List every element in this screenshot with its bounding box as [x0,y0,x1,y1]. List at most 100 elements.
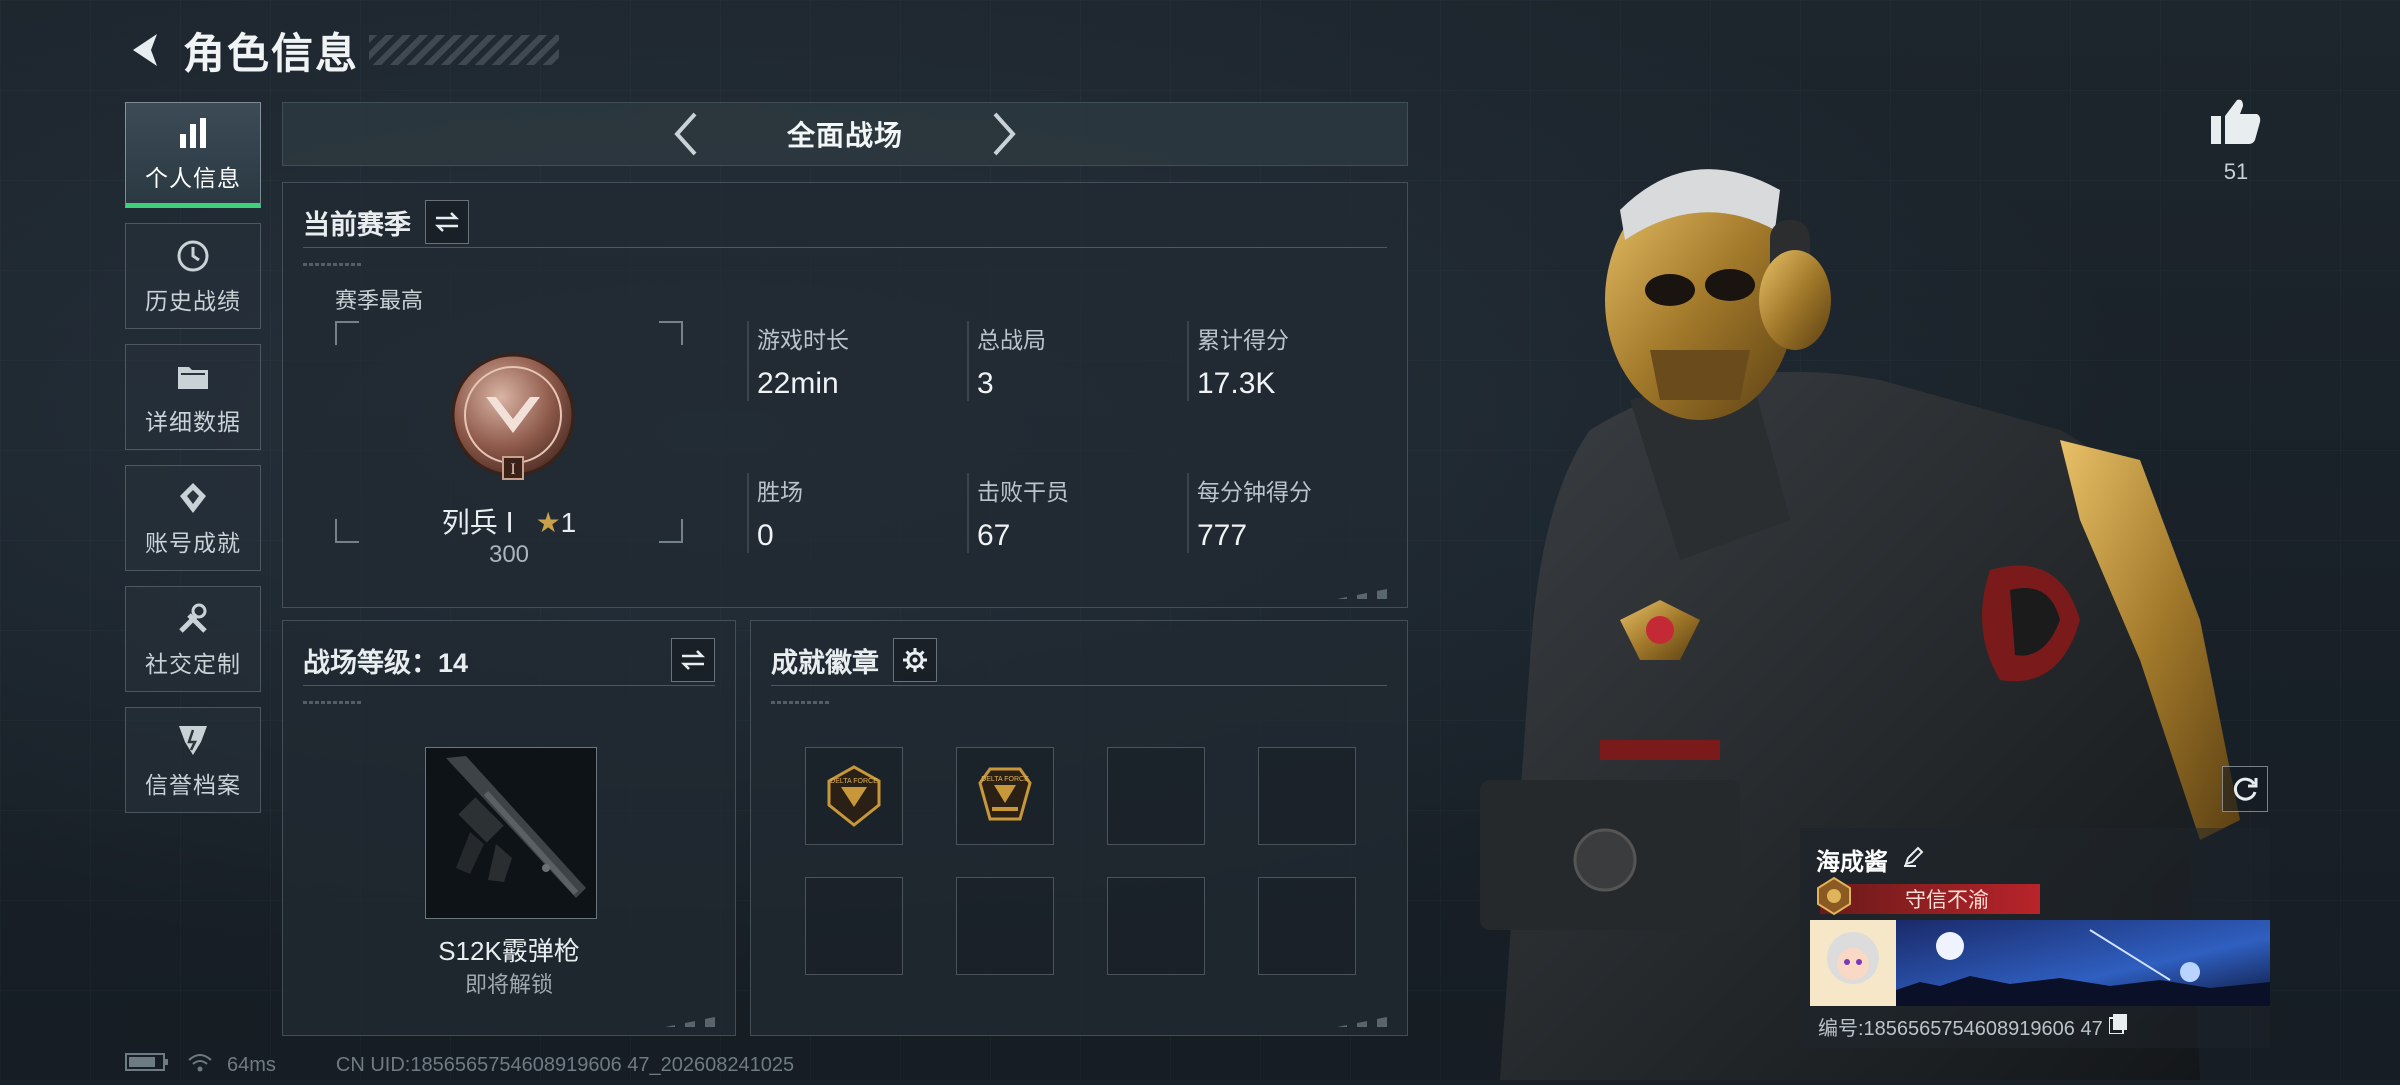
badge-slot-empty[interactable] [956,877,1054,975]
ping-value: 64ms [227,1053,276,1076]
rank-numeral: I [510,461,515,478]
mode-next-button[interactable] [985,109,1025,159]
sidebar-item-detail-data[interactable]: 详细数据 [125,344,261,450]
player-name-text: 海成酱 [1816,849,1888,876]
season-switch-button[interactable] [425,200,469,244]
folder-icon [173,357,213,397]
weapon-preview[interactable] [425,747,597,919]
badge-text: DELTA FORCE [830,778,878,785]
weapon-name: S12K霰弹枪 [438,936,580,966]
player-title: 守信不渝 [1905,889,1989,912]
title-stripes [369,35,560,65]
mode-title: 全面战场 [786,120,903,151]
badge-slot-empty[interactable] [1107,877,1205,975]
rank-points: 300 [488,541,530,568]
sidebar-item-label: 账号成就 [145,530,241,556]
edit-icon[interactable] [1902,844,1926,875]
stat-label: 游戏时长 [757,327,849,353]
stat-kills: 击败干员 67 [967,473,1187,553]
sidebar: 个人信息 历史战绩 详细数据 账号成就 社交定制 信誉档案 [125,102,263,828]
delta-force-badge-icon: DELTA FORCE [978,767,1032,821]
season-title: 当前赛季 [303,209,411,240]
like-widget[interactable]: 51 [2196,96,2276,185]
player-name: 海成酱 [1816,842,1926,877]
sidebar-item-reputation[interactable]: 信誉档案 [125,707,261,813]
weapon-status: 即将解锁 [464,972,553,997]
player-title-badge: 守信不渝 [1817,876,2040,916]
battlefield-panel-header: 战场等级：14 [303,635,715,686]
shotgun-icon [446,756,586,898]
name-card-banner[interactable] [1810,920,2270,1006]
title-emblem-icon [1817,876,1851,916]
badge-text: DELTA FORCE [981,776,1029,783]
stat-play-time: 游戏时长 22min [747,321,967,401]
rank-name: 列兵 Ⅰ ★1 [335,501,683,541]
copy-icon[interactable] [2107,1013,2127,1040]
history-icon [173,236,213,276]
rank-name-text: 列兵 Ⅰ [441,507,514,538]
season-panel-header: 当前赛季 [303,197,1387,248]
status-bar: 64ms CN UID:1856565754608919606 47_20260… [125,1052,794,1078]
battlefield-level-title: 战场等级：14 [303,647,469,678]
bar-chart-icon [173,113,213,153]
stat-label: 总战局 [977,327,1046,353]
swap-icon [680,650,706,670]
badge-slot-empty[interactable] [1258,877,1356,975]
stat-label: 击败干员 [977,479,1069,505]
rank-medal-icon: I [448,353,578,483]
mode-prev-button[interactable] [665,109,705,159]
sidebar-item-achievements[interactable]: 账号成就 [125,465,261,571]
cn-uid: CN UID:1856565754608919606 47_2026082410… [335,1053,795,1076]
rotate-model-button[interactable] [2222,766,2268,812]
wifi-icon [187,1052,213,1078]
stat-total-score: 累计得分 17.3K [1187,321,1407,401]
sidebar-item-personal-info[interactable]: 个人信息 [125,102,261,208]
sidebar-item-social[interactable]: 社交定制 [125,586,261,692]
stat-label: 每分钟得分 [1197,479,1312,505]
corner-decoration [1337,587,1397,599]
star-icon: ★ [535,507,561,538]
page-header: 角色信息 [125,20,560,80]
sidebar-item-label: 详细数据 [145,409,241,435]
badge-slot-empty[interactable] [805,877,903,975]
badge-slot-empty[interactable] [1107,747,1205,845]
sidebar-item-history[interactable]: 历史战绩 [125,223,261,329]
sidebar-item-label: 社交定制 [145,651,241,677]
stat-value: 0 [757,519,774,552]
sidebar-item-label: 信誉档案 [145,772,241,798]
badge-slot[interactable]: DELTA FORCE [805,747,903,845]
page-title: 角色信息 [183,29,360,77]
stat-wins: 胜场 0 [747,473,967,553]
thumbs-up-icon [2211,99,2261,144]
stat-total-matches: 总战局 3 [967,321,1187,401]
rank-stars: 1 [560,507,577,538]
mode-selector: 全面战场 [282,102,1408,166]
delta-force-badge-icon: DELTA FORCE [827,765,881,827]
back-arrow-icon[interactable] [125,28,169,72]
stat-score-per-minute: 每分钟得分 777 [1187,473,1407,553]
decor-line [303,263,363,266]
season-best-label: 赛季最高 [335,288,424,313]
badges-settings-button[interactable] [893,638,937,682]
stat-value: 22min [757,367,839,400]
season-panel: 当前赛季 赛季最高 I 列兵 Ⅰ ★1 300 游戏时长 22min 总战局 3… [282,182,1408,608]
corner-decoration [1337,1015,1397,1027]
sidebar-item-label: 历史战绩 [145,288,241,314]
like-count: 51 [2223,159,2249,184]
gear-icon [903,648,927,672]
player-uid-text: 编号:1856565754608919606 47 [1818,1018,2103,1040]
stat-value: 3 [977,367,994,400]
decor-line [303,701,363,704]
battery-icon [125,1052,169,1078]
badges-panel-header: 成就徽章 [771,635,1387,686]
battlefield-switch-button[interactable] [671,638,715,682]
player-uid: 编号:1856565754608919606 47 [1818,1012,2127,1041]
corner-decoration [665,1015,725,1027]
tools-icon [173,599,213,639]
decor-line [771,701,831,704]
stat-value: 67 [977,519,1011,552]
sidebar-item-label: 个人信息 [145,165,241,191]
achievement-icon [173,478,213,518]
badge-slot[interactable]: DELTA FORCE [956,747,1054,845]
badge-slot-empty[interactable] [1258,747,1356,845]
